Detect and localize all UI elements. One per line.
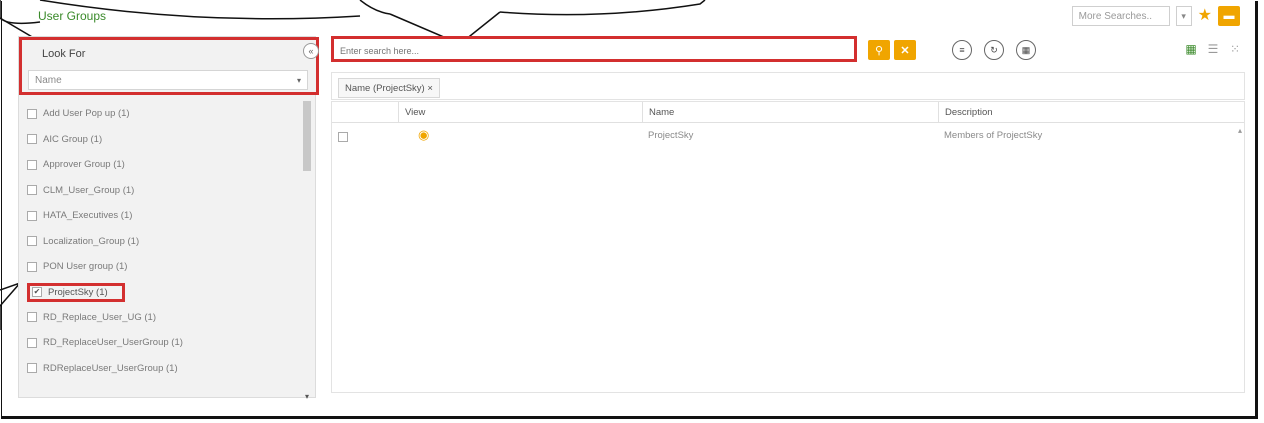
refresh-icon[interactable]: ↻ bbox=[984, 40, 1004, 60]
chevron-down-icon[interactable]: ▾ bbox=[1175, 6, 1192, 26]
grid-header: View Name Description bbox=[332, 102, 1244, 123]
search-input[interactable] bbox=[338, 42, 847, 59]
group-list: Add User Pop up (1) AIC Group (1) Approv… bbox=[27, 101, 295, 381]
look-for-label: Look For bbox=[42, 48, 86, 60]
tile-view-icon[interactable]: ⁙ bbox=[1226, 40, 1244, 58]
scroll-down-icon[interactable]: ▾ bbox=[305, 392, 309, 401]
column-header-name[interactable]: Name bbox=[642, 102, 938, 122]
filter-panel: Look For Name ▾ « Add User Pop up (1) AI… bbox=[18, 36, 319, 401]
checkbox[interactable] bbox=[27, 337, 37, 348]
filter-chip-bar: Name (ProjectSky) × bbox=[331, 72, 1245, 100]
folder-icon[interactable]: ▬ bbox=[1218, 6, 1240, 26]
clear-search-button[interactable]: ✕ bbox=[894, 40, 916, 60]
top-right-toolbar: More Searches.. ▾ ★ ▬ bbox=[1071, 6, 1240, 26]
checkbox[interactable] bbox=[27, 134, 37, 145]
column-header-view[interactable]: View bbox=[398, 102, 642, 122]
list-item[interactable]: RD_ReplaceUser_UserGroup (1) bbox=[27, 330, 295, 356]
look-for-select[interactable]: Name ▾ bbox=[28, 70, 308, 90]
results-grid: View Name Description ◉ ProjectSky Membe… bbox=[331, 101, 1245, 393]
scroll-up-icon[interactable]: ▴ bbox=[1238, 126, 1242, 135]
list-item[interactable]: RD_Replace_User_UG (1) bbox=[27, 305, 295, 331]
column-header-description[interactable]: Description bbox=[938, 102, 1238, 122]
look-for-section: Look For Name ▾ bbox=[19, 37, 319, 95]
look-for-select-value: Name bbox=[35, 74, 62, 86]
search-button[interactable]: ⚲ bbox=[868, 40, 890, 60]
star-icon[interactable]: ★ bbox=[1198, 6, 1212, 26]
list-item[interactable]: Approver Group (1) bbox=[27, 152, 295, 178]
filter-chip[interactable]: Name (ProjectSky) × bbox=[338, 78, 440, 98]
more-searches-select[interactable]: More Searches.. bbox=[1071, 6, 1170, 26]
search-box bbox=[331, 36, 857, 62]
list-item[interactable]: HATA_Executives (1) bbox=[27, 203, 295, 229]
list-view-icon[interactable]: ☰ bbox=[1204, 40, 1222, 58]
chevron-down-icon: ▾ bbox=[296, 75, 301, 85]
list-settings-icon[interactable]: ≡ bbox=[952, 40, 972, 60]
row-name: ProjectSky bbox=[648, 130, 694, 141]
checkbox-checked[interactable]: ✔ bbox=[32, 287, 42, 297]
row-checkbox[interactable] bbox=[338, 132, 348, 142]
search-icon: ⚲ bbox=[874, 44, 884, 57]
list-item[interactable]: Add User Pop up (1) bbox=[27, 101, 295, 127]
list-item[interactable]: AIC Group (1) bbox=[27, 127, 295, 153]
checkbox[interactable] bbox=[27, 312, 37, 323]
close-icon: ✕ bbox=[900, 44, 910, 57]
checkbox[interactable] bbox=[27, 363, 37, 374]
list-scrollbar[interactable] bbox=[303, 101, 311, 171]
page-title: User Groups bbox=[38, 9, 107, 23]
list-item[interactable]: Localization_Group (1) bbox=[27, 229, 295, 255]
eye-icon[interactable]: ◉ bbox=[418, 127, 429, 143]
list-item[interactable]: CLM_User_Group (1) bbox=[27, 178, 295, 204]
export-icon[interactable]: ▦ bbox=[1016, 40, 1036, 60]
table-row[interactable]: ◉ ProjectSky Members of ProjectSky bbox=[332, 124, 1244, 148]
list-item[interactable]: PON User group (1) bbox=[27, 254, 295, 280]
checkbox[interactable] bbox=[27, 210, 37, 221]
collapse-panel-icon[interactable]: « bbox=[303, 43, 319, 59]
list-item-selected[interactable]: ✔ ProjectSky (1) bbox=[27, 282, 125, 302]
list-item[interactable]: RDReplaceUser_UserGroup (1) bbox=[27, 356, 295, 382]
checkbox[interactable] bbox=[27, 185, 37, 196]
grid-view-icon[interactable]: ▦ bbox=[1182, 40, 1200, 58]
checkbox[interactable] bbox=[27, 261, 37, 272]
checkbox[interactable] bbox=[27, 159, 37, 170]
checkbox[interactable] bbox=[27, 108, 37, 119]
row-description: Members of ProjectSky bbox=[944, 130, 1043, 141]
checkbox[interactable] bbox=[27, 236, 37, 247]
